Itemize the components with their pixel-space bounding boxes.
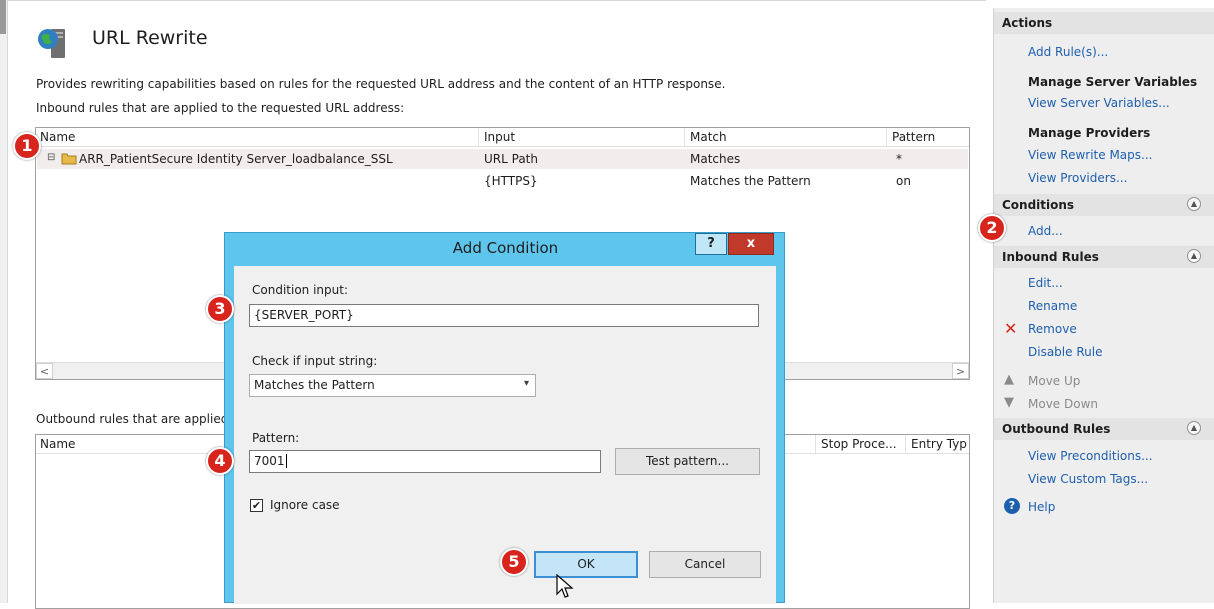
table-row[interactable]: ⊟ ARR_PatientSecure Identity Server_load… <box>37 149 968 169</box>
actions-title: Actions <box>1002 16 1053 30</box>
view-preconditions-link[interactable]: View Preconditions... <box>1028 449 1153 463</box>
help-link[interactable]: Help <box>1028 500 1055 514</box>
callout-badge-1: 1 <box>13 132 41 160</box>
callout-badge-3: 3 <box>206 295 234 323</box>
check-input-label: Check if input string: <box>252 354 378 368</box>
rule-match: Matches <box>690 152 741 166</box>
add-condition-link[interactable]: Add... <box>1028 224 1063 238</box>
column-header-input[interactable]: Input <box>484 130 515 144</box>
remove-x-icon: ✕ <box>1004 319 1018 338</box>
view-custom-tags-link[interactable]: View Custom Tags... <box>1028 472 1148 486</box>
column-separator[interactable] <box>478 128 479 147</box>
move-up-link: Move Up <box>1028 374 1081 388</box>
arrow-up-icon: ▲ <box>1004 372 1014 387</box>
inbound-rules-header: Inbound Rules ▲ <box>994 246 1214 268</box>
condition-input-field[interactable]: {SERVER_PORT} <box>249 304 759 327</box>
table-row[interactable]: {HTTPS} Matches the Pattern on <box>37 171 968 191</box>
disable-rule-link[interactable]: Disable Rule <box>1028 345 1102 359</box>
left-panel-edge <box>0 0 8 603</box>
mouse-pointer-icon <box>555 573 575 600</box>
scroll-right-icon[interactable]: > <box>952 363 969 379</box>
condition-pattern: on <box>896 174 911 188</box>
inbound-grid-header: Name Input Match Pattern <box>36 128 969 147</box>
collapse-up-icon[interactable]: ▲ <box>1187 249 1201 263</box>
actions-header: Actions <box>994 12 1214 34</box>
check-input-value: Matches the Pattern <box>254 378 375 392</box>
scroll-left-icon[interactable]: < <box>36 363 53 379</box>
callout-badge-4: 4 <box>206 447 234 475</box>
chevron-down-icon: ▾ <box>523 378 529 389</box>
column-header-stop-processing[interactable]: Stop Proce... <box>821 437 897 451</box>
inbound-caption: Inbound rules that are applied to the re… <box>36 101 405 115</box>
rule-name: ARR_PatientSecure Identity Server_loadba… <box>79 152 393 166</box>
column-header-entry-type[interactable]: Entry Typ <box>911 437 967 451</box>
manage-server-variables-heading: Manage Server Variables <box>1028 75 1198 89</box>
collapse-up-icon[interactable]: ▲ <box>1187 197 1201 211</box>
inbound-rules-title: Inbound Rules <box>1002 250 1099 264</box>
column-header-pattern[interactable]: Pattern <box>892 130 935 144</box>
close-button[interactable]: x <box>728 233 774 255</box>
pattern-label: Pattern: <box>252 431 300 445</box>
check-input-dropdown[interactable]: Matches the Pattern ▾ <box>249 374 536 397</box>
add-condition-dialog: Add Condition ? x Condition input: {SERV… <box>224 232 785 604</box>
text-caret <box>285 454 287 468</box>
help-icon: ? <box>1004 498 1020 514</box>
move-down-link: Move Down <box>1028 397 1098 411</box>
view-providers-link[interactable]: View Providers... <box>1028 171 1127 185</box>
actions-panel: Actions Add Rule(s)... Manage Server Var… <box>993 8 1214 603</box>
outbound-rules-title: Outbound Rules <box>1002 422 1111 436</box>
ignore-case-checkbox[interactable]: ✔ <box>250 499 263 512</box>
rule-input: URL Path <box>484 152 538 166</box>
column-separator[interactable] <box>905 435 906 454</box>
add-rules-link[interactable]: Add Rule(s)... <box>1028 45 1108 59</box>
callout-badge-2: 2 <box>978 214 1006 242</box>
conditions-header: Conditions ▲ <box>994 194 1214 216</box>
rename-link[interactable]: Rename <box>1028 299 1077 313</box>
manage-providers-heading: Manage Providers <box>1028 126 1151 140</box>
collapse-tree-icon[interactable]: ⊟ <box>47 152 55 163</box>
remove-link[interactable]: Remove <box>1028 322 1077 336</box>
page-title: URL Rewrite <box>92 27 208 49</box>
url-rewrite-icon <box>36 26 70 60</box>
outbound-rules-header: Outbound Rules ▲ <box>994 418 1214 440</box>
condition-match: Matches the Pattern <box>690 174 811 188</box>
ignore-case-label: Ignore case <box>270 498 340 512</box>
rule-pattern: * <box>896 152 902 166</box>
condition-input-label: Condition input: <box>252 283 348 297</box>
arrow-down-icon: ▼ <box>1004 395 1014 410</box>
callout-badge-5: 5 <box>500 548 528 576</box>
collapse-up-icon[interactable]: ▲ <box>1187 421 1201 435</box>
conditions-title: Conditions <box>1002 198 1075 212</box>
top-divider <box>8 0 986 1</box>
column-separator[interactable] <box>684 128 685 147</box>
test-pattern-button[interactable]: Test pattern... <box>615 448 760 475</box>
edit-link[interactable]: Edit... <box>1028 276 1063 290</box>
outbound-caption: Outbound rules that are applied <box>36 412 229 426</box>
cancel-button[interactable]: Cancel <box>649 551 761 578</box>
column-header-name[interactable]: Name <box>40 437 75 451</box>
column-separator[interactable] <box>815 435 816 454</box>
column-header-name[interactable]: Name <box>40 130 75 144</box>
page-description: Provides rewriting capabilities based on… <box>36 77 726 91</box>
left-panel-marker <box>0 0 6 34</box>
view-server-variables-link[interactable]: View Server Variables... <box>1028 96 1170 110</box>
column-header-match[interactable]: Match <box>690 130 727 144</box>
pattern-value: 7001 <box>254 454 285 468</box>
condition-input: {HTTPS} <box>484 174 538 188</box>
ok-button[interactable]: OK <box>534 551 638 578</box>
pattern-field[interactable]: 7001 <box>249 450 601 473</box>
column-separator[interactable] <box>886 128 887 147</box>
help-button[interactable]: ? <box>695 233 727 255</box>
folder-icon <box>61 151 77 168</box>
view-rewrite-maps-link[interactable]: View Rewrite Maps... <box>1028 148 1152 162</box>
